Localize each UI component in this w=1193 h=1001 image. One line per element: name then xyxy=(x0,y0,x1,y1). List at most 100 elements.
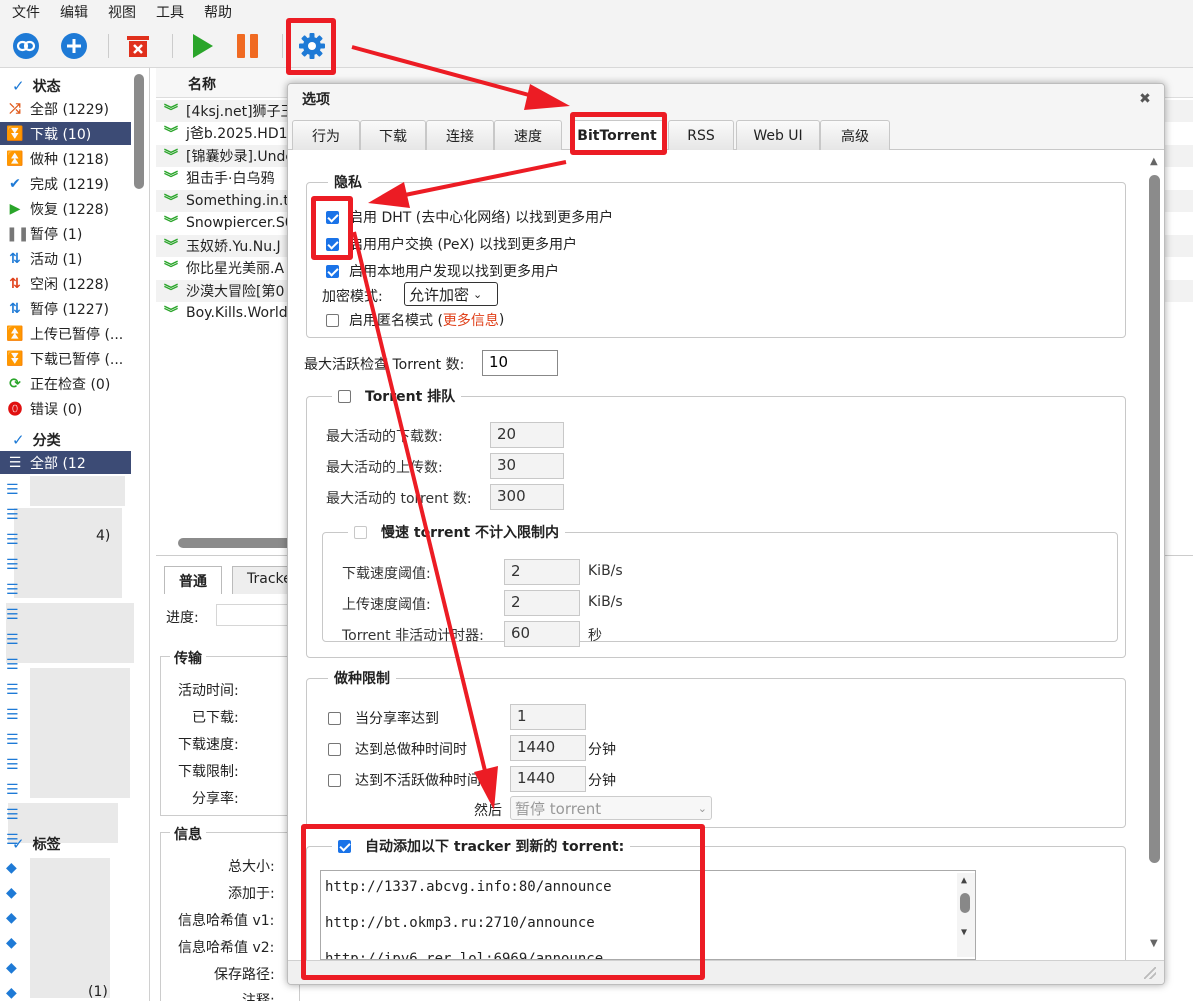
trackers-checkbox[interactable] xyxy=(338,839,351,853)
toolbar-separator xyxy=(108,34,109,58)
upload-threshold-input[interactable]: 2 xyxy=(504,590,580,616)
chevron-down-icon: ✓ xyxy=(12,77,25,95)
sidebar-item-completed[interactable]: ✔ 完成 (1219) xyxy=(0,172,131,195)
menu-help[interactable]: 帮助 xyxy=(204,2,232,22)
slow-torrent-legend[interactable]: 慢速 torrent 不计入限制内 xyxy=(348,522,566,542)
slow-torrent-checkbox[interactable] xyxy=(354,525,367,539)
menu-edit[interactable]: 编辑 xyxy=(60,2,88,22)
encryption-select[interactable]: 允许加密 ⌄ xyxy=(404,282,498,306)
tab-bittorrent[interactable]: BitTorrent xyxy=(570,120,664,151)
bittorrent-settings: 隐私 启用 DHT (去中心化网络) 以找到更多用户 启用用户交换 (PeX) … xyxy=(288,150,1164,960)
sidebar-item-download-paused[interactable]: ⏬ 下载已暂停 (... xyxy=(0,347,131,370)
inactive-seed-time-checkbox[interactable] xyxy=(328,773,341,787)
toolbar xyxy=(0,24,1193,68)
sidebar-item-downloading[interactable]: ⏬ 下载 (10) xyxy=(0,122,131,145)
max-active-check-label: 最大活跃检查 Torrent 数: xyxy=(304,357,465,373)
max-active-check-input[interactable]: 10 xyxy=(482,350,558,376)
lsd-checkbox[interactable] xyxy=(326,264,339,278)
sidebar: ✓ 状态 ⤮ 全部 (1229) ⏬ 下载 (10) ⏫ 做种 (1218) ✔ 完成 … xyxy=(0,68,150,1001)
tab-speed[interactable]: 速度 xyxy=(494,120,562,150)
chevron-down-icon: ✓ xyxy=(12,835,25,853)
tab-rss[interactable]: RSS xyxy=(668,120,734,150)
category-header[interactable]: ✓ 分类 xyxy=(12,430,61,450)
trackers-textarea[interactable]: http://1337.abcvg.info:80/announce http:… xyxy=(320,870,976,960)
sidebar-item-all[interactable]: ⤮ 全部 (1229) xyxy=(0,97,131,120)
sidebar-item-resumed[interactable]: ▶ 恢复 (1228) xyxy=(0,197,131,220)
sidebar-item-inactive[interactable]: ⇅ 空闲 (1228) xyxy=(0,272,131,295)
queue-checkbox[interactable] xyxy=(338,389,351,403)
resize-grip-icon[interactable] xyxy=(1144,967,1156,979)
anonymous-option[interactable]: 启用匿名模式 (更多信息) xyxy=(326,310,504,330)
max-uploads-input[interactable]: 30 xyxy=(490,453,564,479)
scroll-down-icon[interactable]: ▼ xyxy=(1150,938,1158,949)
dialog-footer xyxy=(288,960,1164,984)
pex-checkbox[interactable] xyxy=(326,237,339,251)
tab-behavior[interactable]: 行为 xyxy=(292,120,360,150)
textarea-scroll-thumb[interactable] xyxy=(960,893,970,913)
tab-downloads[interactable]: 下载 xyxy=(360,120,426,150)
inactive-seed-time-option[interactable]: 达到不活跃做种时间时 xyxy=(328,770,495,790)
tags-header[interactable]: ✓ 标签 xyxy=(12,834,61,854)
dialog-title: 选项 xyxy=(288,84,1164,114)
close-icon[interactable]: ✖ xyxy=(1136,90,1154,108)
inactive-timer-input[interactable]: 60 xyxy=(504,621,580,647)
total-seed-time-checkbox[interactable] xyxy=(328,742,341,756)
add-torrent-button[interactable] xyxy=(60,32,88,60)
menu-tools[interactable]: 工具 xyxy=(156,2,184,22)
more-info-link[interactable]: 更多信息 xyxy=(443,310,499,330)
tab-connection[interactable]: 连接 xyxy=(426,120,494,150)
menu-file[interactable]: 文件 xyxy=(12,2,40,22)
plus-icon xyxy=(61,33,87,59)
add-link-button[interactable] xyxy=(12,32,40,60)
chevron-down-icon: ⌄ xyxy=(473,287,483,301)
max-torrents-input[interactable]: 300 xyxy=(490,484,564,510)
chevron-down-icon: ✓ xyxy=(12,431,25,449)
max-downloads-input[interactable]: 20 xyxy=(490,422,564,448)
sidebar-item-upload-paused[interactable]: ⏫ 上传已暂停 (... xyxy=(0,322,131,345)
sidebar-category-all[interactable]: ☰ 全部 (12 xyxy=(0,451,131,474)
encryption-label: 加密模式: xyxy=(322,289,383,305)
menu-view[interactable]: 视图 xyxy=(108,2,136,22)
ratio-checkbox[interactable] xyxy=(328,711,341,725)
tab-general[interactable]: 普通 xyxy=(164,566,222,594)
download-icon: ︾ xyxy=(164,104,178,120)
delete-button[interactable] xyxy=(124,32,152,60)
total-seed-time-option[interactable]: 达到总做种时间时 xyxy=(328,739,467,759)
sidebar-item-paused[interactable]: ❚❚ 暂停 (1) xyxy=(0,222,131,245)
sidebar-item-active[interactable]: ⇅ 活动 (1) xyxy=(0,247,131,270)
ratio-input[interactable]: 1 xyxy=(510,704,586,730)
dialog-scroll-thumb[interactable] xyxy=(1149,175,1160,863)
status-header[interactable]: ✓ 状态 xyxy=(12,76,61,96)
inactive-seed-time-input[interactable]: 1440 xyxy=(510,766,586,792)
tab-webui[interactable]: Web UI xyxy=(736,120,820,150)
inactive-timer-unit: 秒 xyxy=(588,628,602,644)
download-threshold-unit: KiB/s xyxy=(588,563,623,579)
lsd-option[interactable]: 启用本地用户发现以找到更多用户 xyxy=(326,261,559,281)
column-name[interactable]: 名称 xyxy=(188,74,216,94)
pause-button[interactable] xyxy=(234,32,262,60)
pex-option[interactable]: 启用用户交换 (PeX) 以找到更多用户 xyxy=(326,234,577,254)
ratio-option[interactable]: 当分享率达到 xyxy=(328,708,439,728)
resume-button[interactable] xyxy=(188,32,216,60)
scroll-up-icon[interactable]: ▲ xyxy=(961,875,967,886)
dht-checkbox[interactable] xyxy=(326,210,339,224)
anonymous-checkbox[interactable] xyxy=(326,313,339,327)
dht-option[interactable]: 启用 DHT (去中心化网络) 以找到更多用户 xyxy=(326,207,613,227)
queue-legend[interactable]: Torrent 排队 xyxy=(332,386,462,406)
total-seed-time-input[interactable]: 1440 xyxy=(510,735,586,761)
tab-advanced[interactable]: 高级 xyxy=(820,120,890,150)
sidebar-item-seeding[interactable]: ⏫ 做种 (1218) xyxy=(0,147,131,170)
seeding-action-select[interactable]: 暂停 torrent ⌄ xyxy=(510,796,712,820)
scroll-down-icon[interactable]: ▼ xyxy=(961,927,967,938)
trackers-legend[interactable]: 自动添加以下 tracker 到新的 torrent: xyxy=(332,836,631,856)
sidebar-scrollbar[interactable] xyxy=(134,74,144,189)
download-icon: ︾ xyxy=(164,284,178,300)
info-title: 信息 xyxy=(170,824,206,844)
scroll-up-icon[interactable]: ▲ xyxy=(1150,156,1158,167)
sidebar-item-checking[interactable]: ⟳ 正在检查 (0) xyxy=(0,372,131,395)
options-button[interactable] xyxy=(298,32,326,60)
pause-icon xyxy=(237,34,258,58)
sidebar-item-stalled[interactable]: ⇅ 暂停 (1227) xyxy=(0,297,131,320)
sidebar-item-errored[interactable]: ⓿ 错误 (0) xyxy=(0,397,131,420)
download-threshold-input[interactable]: 2 xyxy=(504,559,580,585)
